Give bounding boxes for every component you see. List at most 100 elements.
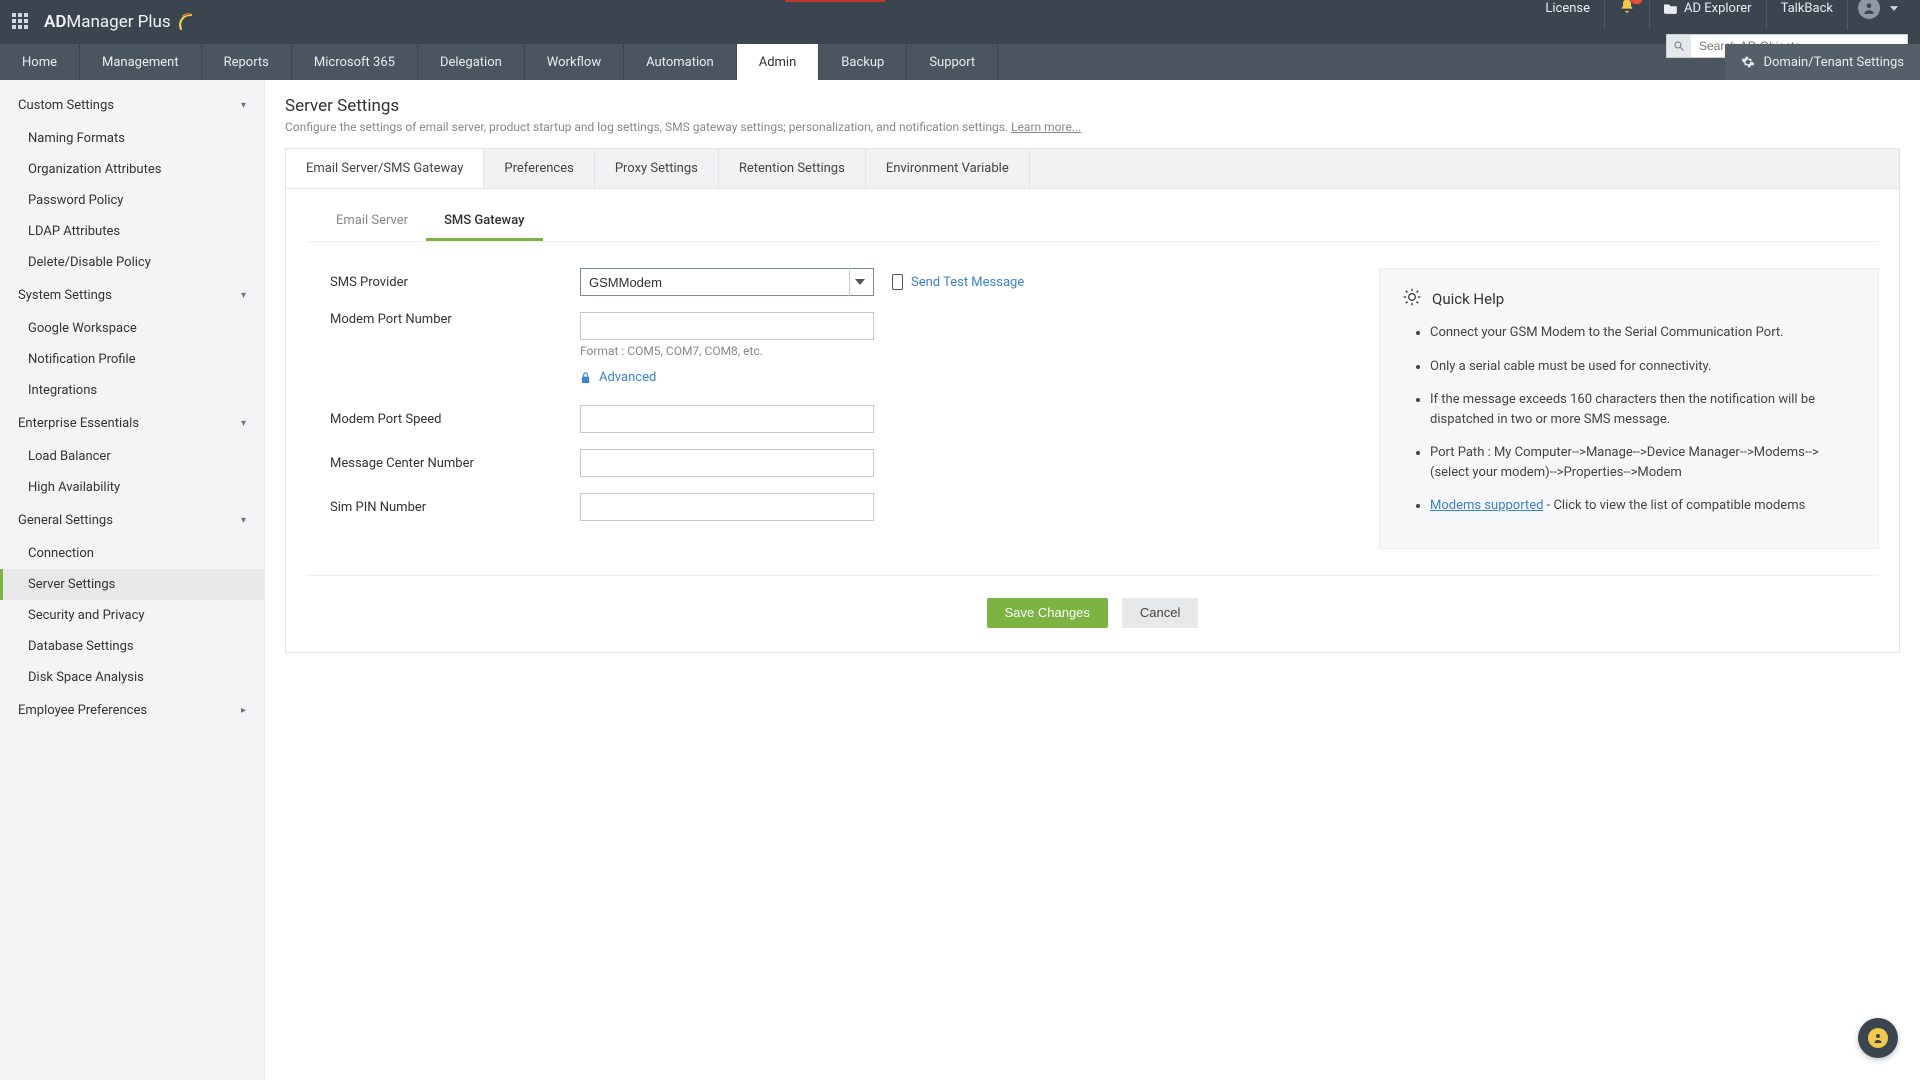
topbar: ADManager Plus License 2 AD Explorer Tal… <box>0 0 1920 44</box>
sidebar-item-database-settings[interactable]: Database Settings <box>0 631 264 662</box>
modem-port-input[interactable] <box>580 312 874 340</box>
quick-help-title: Quick Help <box>1432 290 1504 308</box>
brand-suffix: Plus <box>133 12 170 32</box>
brand-logo[interactable]: ADManager Plus <box>44 11 199 33</box>
quick-help-item: If the message exceeds 160 characters th… <box>1430 390 1856 429</box>
send-test-message-link[interactable]: Send Test Message <box>892 274 1024 290</box>
gear-icon <box>1741 55 1755 69</box>
sidebar-item-delete-disable-policy[interactable]: Delete/Disable Policy <box>0 247 264 278</box>
quick-help-panel: Quick Help Connect your GSM Modem to the… <box>1379 268 1879 549</box>
cancel-button[interactable]: Cancel <box>1122 598 1198 628</box>
nav-item-backup[interactable]: Backup <box>819 44 907 80</box>
tab-proxy-settings[interactable]: Proxy Settings <box>595 149 719 188</box>
apps-grid-icon[interactable] <box>12 13 30 31</box>
chevron-icon: ▾ <box>241 515 246 526</box>
sidebar-item-notification-profile[interactable]: Notification Profile <box>0 344 264 375</box>
sidebar-item-google-workspace[interactable]: Google Workspace <box>0 313 264 344</box>
sms-provider-label: SMS Provider <box>330 275 580 290</box>
floating-help-button[interactable] <box>1858 1018 1898 1058</box>
brand-main: Manager <box>66 12 133 32</box>
subtabs: Email ServerSMS Gateway <box>306 203 1879 242</box>
msg-center-label: Message Center Number <box>330 456 580 471</box>
sidebar-section-employee-preferences[interactable]: Employee Preferences▸ <box>0 693 264 728</box>
sidebar-item-naming-formats[interactable]: Naming Formats <box>0 123 264 154</box>
nav-item-admin[interactable]: Admin <box>737 44 820 80</box>
sms-provider-select[interactable]: GSMModem <box>580 268 874 296</box>
tab-environment-variable[interactable]: Environment Variable <box>866 149 1030 188</box>
folder-icon <box>1664 2 1678 14</box>
domain-tenant-settings-button[interactable]: Domain/Tenant Settings <box>1725 44 1920 80</box>
lock-icon <box>580 371 591 384</box>
button-row: Save Changes Cancel <box>306 575 1879 628</box>
advanced-link[interactable]: Advanced <box>599 370 656 385</box>
notifications-bell[interactable]: 2 <box>1605 0 1650 30</box>
sidebar-section-general-settings[interactable]: General Settings▾ <box>0 503 264 538</box>
brand-swoosh-icon <box>177 11 199 33</box>
nav-item-management[interactable]: Management <box>80 44 202 80</box>
sidebar-section-custom-settings[interactable]: Custom Settings▾ <box>0 88 264 123</box>
sim-pin-input[interactable] <box>580 493 874 521</box>
sidebar-item-password-policy[interactable]: Password Policy <box>0 185 264 216</box>
chevron-icon: ▾ <box>241 290 246 301</box>
nav-item-automation[interactable]: Automation <box>624 44 737 80</box>
nav-item-microsoft-365[interactable]: Microsoft 365 <box>292 44 418 80</box>
nav-item-support[interactable]: Support <box>907 44 998 80</box>
modem-port-hint: Format : COM5, COM7, COM8, etc. <box>580 344 874 358</box>
help-agent-icon <box>1868 1028 1888 1048</box>
brand-prefix: AD <box>44 12 66 32</box>
main-nav: HomeManagementReportsMicrosoft 365Delega… <box>0 44 1920 80</box>
quick-help-list: Connect your GSM Modem to the Serial Com… <box>1402 323 1856 516</box>
quick-help-item: Connect your GSM Modem to the Serial Com… <box>1430 323 1856 343</box>
sidebar-section-enterprise-essentials[interactable]: Enterprise Essentials▾ <box>0 406 264 441</box>
sidebar-item-server-settings[interactable]: Server Settings <box>0 569 264 600</box>
chevron-icon: ▸ <box>241 705 246 716</box>
sidebar-item-organization-attributes[interactable]: Organization Attributes <box>0 154 264 185</box>
subtab-sms-gateway[interactable]: SMS Gateway <box>426 203 542 241</box>
sidebar-section-system-settings[interactable]: System Settings▾ <box>0 278 264 313</box>
modems-supported-link[interactable]: Modems supported <box>1430 498 1543 513</box>
page-title: Server Settings <box>285 96 1900 116</box>
msg-center-input[interactable] <box>580 449 874 477</box>
page-description: Configure the settings of email server, … <box>285 120 1900 134</box>
modem-port-label: Modem Port Number <box>330 312 580 327</box>
chevron-icon: ▾ <box>241 418 246 429</box>
sidebar-item-high-availability[interactable]: High Availability <box>0 472 264 503</box>
sidebar-item-load-balancer[interactable]: Load Balancer <box>0 441 264 472</box>
top-accent-line <box>785 0 885 2</box>
sidebar-item-integrations[interactable]: Integrations <box>0 375 264 406</box>
nav-item-reports[interactable]: Reports <box>202 44 292 80</box>
chevron-down-icon <box>1890 6 1898 11</box>
content-area: Server Settings Configure the settings o… <box>265 80 1920 1080</box>
phone-icon <box>892 274 903 290</box>
tab-retention-settings[interactable]: Retention Settings <box>719 149 866 188</box>
tab-preferences[interactable]: Preferences <box>484 149 594 188</box>
quick-help-item: Modems supported - Click to view the lis… <box>1430 496 1856 516</box>
learn-more-link[interactable]: Learn more... <box>1011 120 1081 134</box>
user-avatar-icon <box>1858 0 1880 19</box>
panel: Email ServerSMS Gateway SMS Provider GSM… <box>285 189 1900 653</box>
quick-help-item: Port Path : My Computer-->Manage-->Devic… <box>1430 443 1856 482</box>
user-menu[interactable] <box>1848 0 1908 30</box>
form: SMS Provider GSMModem Send Test Message <box>306 268 1024 537</box>
top-links: License 2 AD Explorer TalkBack <box>1531 0 1908 30</box>
nav-item-delegation[interactable]: Delegation <box>418 44 525 80</box>
subtab-email-server[interactable]: Email Server <box>318 203 426 241</box>
sidebar-item-security-and-privacy[interactable]: Security and Privacy <box>0 600 264 631</box>
nav-item-workflow[interactable]: Workflow <box>525 44 624 80</box>
nav-item-home[interactable]: Home <box>0 44 80 80</box>
tabs: Email Server/SMS GatewayPreferencesProxy… <box>285 148 1900 189</box>
tab-email-server-sms-gateway[interactable]: Email Server/SMS Gateway <box>286 149 484 188</box>
sidebar: Custom Settings▾Naming FormatsOrganizati… <box>0 80 265 1080</box>
chevron-icon: ▾ <box>241 100 246 111</box>
lightbulb-icon <box>1402 287 1422 311</box>
ad-explorer-link[interactable]: AD Explorer <box>1650 0 1767 30</box>
sidebar-item-disk-space-analysis[interactable]: Disk Space Analysis <box>0 662 264 693</box>
save-button[interactable]: Save Changes <box>987 598 1108 628</box>
modem-speed-label: Modem Port Speed <box>330 412 580 427</box>
talkback-link[interactable]: TalkBack <box>1767 0 1848 30</box>
license-link[interactable]: License <box>1531 0 1605 30</box>
quick-help-item: Only a serial cable must be used for con… <box>1430 357 1856 377</box>
sidebar-item-ldap-attributes[interactable]: LDAP Attributes <box>0 216 264 247</box>
sidebar-item-connection[interactable]: Connection <box>0 538 264 569</box>
modem-speed-input[interactable] <box>580 405 874 433</box>
